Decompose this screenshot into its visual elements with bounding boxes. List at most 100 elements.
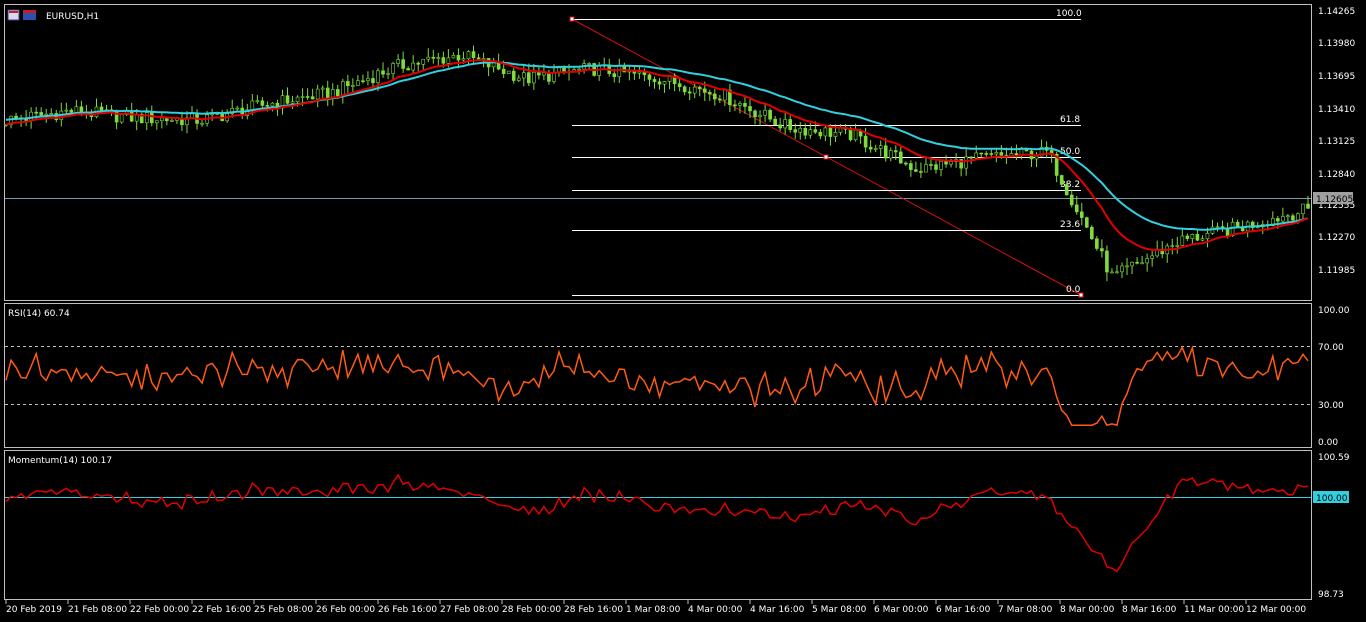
time-label: 21 Feb 08:00 xyxy=(68,605,127,615)
candle-body xyxy=(692,86,697,94)
time-label: 7 Mar 08:00 xyxy=(998,605,1053,615)
candle-body xyxy=(778,124,782,129)
time-label: 8 Mar 00:00 xyxy=(1060,605,1115,615)
rsi-panel[interactable] xyxy=(4,303,1312,448)
candle-body xyxy=(34,111,38,114)
candle-body xyxy=(466,51,471,60)
candle-body xyxy=(547,72,551,82)
candle-body xyxy=(200,122,204,125)
candle-body xyxy=(904,162,908,165)
candle-body xyxy=(798,127,803,133)
candle-body xyxy=(391,63,395,74)
candle-body xyxy=(949,161,953,165)
candle-body xyxy=(366,78,370,82)
candle-body xyxy=(1205,233,1210,240)
candle-body xyxy=(919,171,923,173)
candle-body xyxy=(1291,215,1295,221)
candle-body xyxy=(516,77,521,81)
candle-body xyxy=(1105,250,1109,273)
candle-body xyxy=(1115,271,1119,274)
candle-body xyxy=(773,118,777,126)
time-label: 27 Feb 08:00 xyxy=(440,605,499,615)
candle-body xyxy=(1281,216,1285,222)
time-label: 22 Feb 00:00 xyxy=(130,605,189,615)
candle-body xyxy=(537,71,541,76)
candle-body xyxy=(878,145,883,149)
candle-body xyxy=(813,129,818,133)
momentum-tick: 98.73 xyxy=(1318,590,1344,600)
candle-body xyxy=(461,58,466,61)
candle-body xyxy=(687,91,692,94)
candle-body xyxy=(315,88,320,100)
candle-body xyxy=(1190,234,1195,239)
main-price-panel[interactable] xyxy=(4,4,1312,301)
candle-body xyxy=(783,119,787,129)
time-label: 4 Mar 00:00 xyxy=(688,605,743,615)
candle-body xyxy=(914,169,918,172)
candle-body xyxy=(617,65,622,77)
candle-body xyxy=(738,103,742,106)
candle-body xyxy=(893,150,898,153)
candle-body xyxy=(989,153,994,155)
candle-body xyxy=(396,59,400,64)
candle-body xyxy=(436,57,441,59)
candle-body xyxy=(587,63,591,65)
candle-body xyxy=(863,135,868,148)
price-tick: 1.13410 xyxy=(1318,105,1355,115)
candle-body xyxy=(341,81,345,97)
candle-body xyxy=(386,73,390,75)
candle-body xyxy=(999,152,1004,156)
candle-body xyxy=(1120,265,1124,273)
time-label: 6 Mar 00:00 xyxy=(874,605,929,615)
candle-body xyxy=(39,112,43,116)
candle-body xyxy=(1195,234,1200,241)
candle-body xyxy=(300,96,305,98)
candle-body xyxy=(723,89,727,101)
momentum-panel[interactable] xyxy=(4,450,1312,600)
candle-body xyxy=(924,164,928,173)
candle-body xyxy=(335,89,340,97)
time-label: 4 Mar 16:00 xyxy=(750,605,805,615)
candle-body xyxy=(114,110,119,123)
price-tick: 1.13695 xyxy=(1318,72,1355,82)
price-candles[interactable] xyxy=(4,45,1310,282)
candle-body xyxy=(833,132,838,137)
candle-body xyxy=(939,160,943,170)
price-tick: 1.12270 xyxy=(1318,233,1355,243)
fib-anchor-high[interactable] xyxy=(569,16,575,22)
candle-body xyxy=(1014,153,1019,156)
candle-body xyxy=(994,152,999,155)
rsi-axis: 100.00 70.00 30.00 0.00 xyxy=(1318,306,1350,448)
candle-body xyxy=(235,107,240,110)
candle-body xyxy=(476,57,481,60)
candle-body xyxy=(733,104,737,107)
candle-body xyxy=(431,56,436,59)
candle-body xyxy=(702,88,707,93)
candle-body xyxy=(401,59,405,69)
momentum-line[interactable] xyxy=(5,473,1309,573)
rsi-title: RSI(14) 60.74 xyxy=(8,309,70,319)
candle-body xyxy=(1064,184,1069,196)
candle-body xyxy=(346,81,350,86)
candle-body xyxy=(376,70,380,84)
candle-body xyxy=(577,68,581,71)
candle-body xyxy=(682,86,687,93)
candle-body xyxy=(511,70,516,81)
candle-body xyxy=(506,70,511,74)
moving-average-slow[interactable] xyxy=(5,61,1309,231)
candle-body xyxy=(451,55,456,59)
candle-body xyxy=(441,57,446,64)
candle-body xyxy=(1100,248,1104,252)
candle-body xyxy=(934,164,938,170)
candle-body xyxy=(74,106,79,113)
trading-chart[interactable]: EURUSD,H1 RSI(14) 60.74 Momentum(14) 100… xyxy=(0,0,1366,622)
rsi-line[interactable] xyxy=(5,345,1309,427)
fib-anchor-mid[interactable] xyxy=(823,154,829,160)
candle-body xyxy=(718,98,722,101)
time-label: 26 Feb 16:00 xyxy=(378,605,437,615)
price-tick: 1.13980 xyxy=(1318,39,1355,49)
candle-body xyxy=(14,115,18,119)
candle-body xyxy=(155,120,159,124)
moving-average-fast[interactable] xyxy=(5,59,1309,252)
candle-body xyxy=(250,100,255,111)
